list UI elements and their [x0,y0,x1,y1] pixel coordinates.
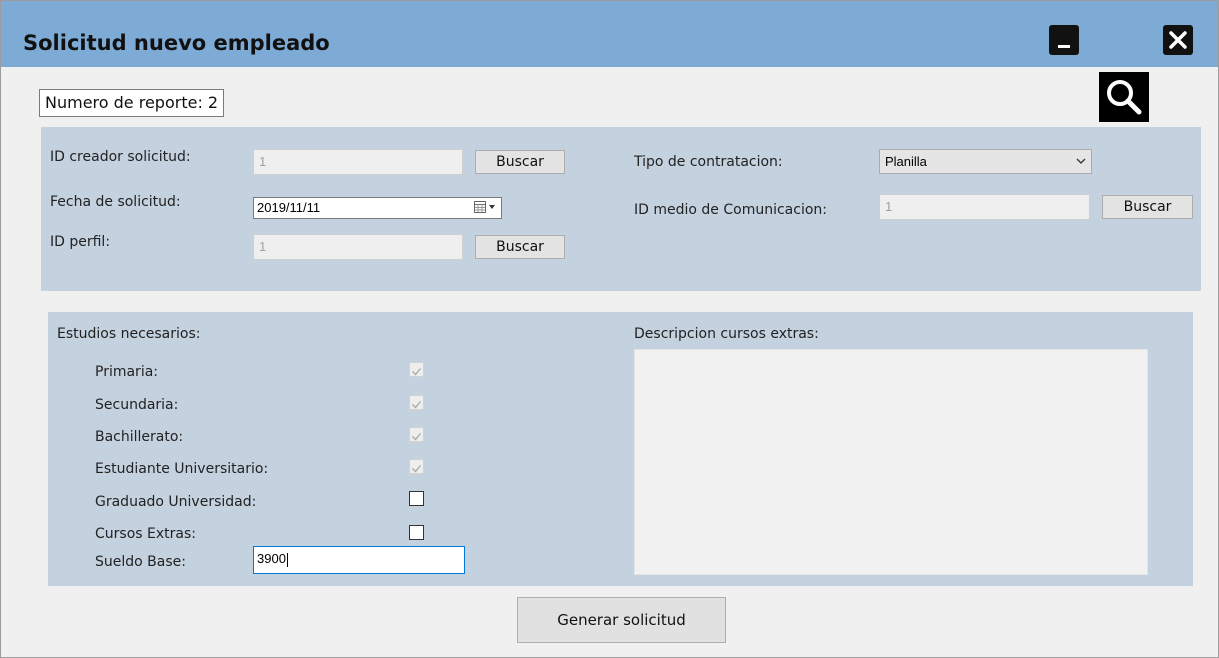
contract-type-select[interactable]: Planilla [879,149,1092,174]
medium-id-label: ID medio de Comunicacion: [634,202,827,218]
search-creator-button[interactable]: Buscar [475,150,565,174]
creator-id-label: ID creador solicitud: [50,149,191,165]
search-button[interactable] [1099,72,1149,122]
contract-type-value: Planilla [885,154,927,169]
study-label-graduado: Graduado Universidad: [95,494,257,510]
salary-value: 3900 [257,551,286,566]
checkbox-primaria[interactable] [409,362,424,377]
profile-id-label: ID perfil: [50,234,111,250]
courses-textarea[interactable] [634,349,1148,575]
courses-label: Descripcion cursos extras: [634,326,819,342]
search-medium-button[interactable]: Buscar [1102,195,1193,219]
contract-type-label: Tipo de contratacion: [634,154,783,170]
profile-id-field[interactable]: 1 [253,234,463,260]
checkbox-bachillerato[interactable] [409,427,424,442]
minimize-icon [1058,45,1070,48]
chevron-down-icon [1075,151,1087,178]
study-label-primaria: Primaria: [95,364,158,380]
date-label: Fecha de solicitud: [50,194,181,210]
window-title: Solicitud nuevo empleado [23,31,330,55]
checkbox-graduado[interactable] [409,491,424,506]
app-window: Solicitud nuevo empleado Numero de repor… [0,0,1219,658]
close-button[interactable] [1163,25,1193,55]
search-profile-button[interactable]: Buscar [475,235,565,259]
salary-input[interactable]: 3900 [253,546,465,574]
salary-label: Sueldo Base: [95,554,186,570]
checkbox-secundaria[interactable] [409,395,424,410]
title-bar: Solicitud nuevo empleado [1,1,1218,67]
checkbox-cursos[interactable] [409,525,424,540]
text-caret [286,552,288,567]
report-number: Numero de reporte: 2 [39,89,225,117]
minimize-button[interactable] [1049,25,1079,55]
date-picker[interactable]: 2019/11/11 [253,197,502,219]
generate-request-button[interactable]: Generar solicitud [517,597,726,643]
date-value: 2019/11/11 [257,200,321,215]
creator-id-field[interactable]: 1 [253,149,463,175]
checkbox-estudiante[interactable] [409,459,424,474]
study-label-bachillerato: Bachillerato: [95,429,184,445]
study-label-cursos: Cursos Extras: [95,526,196,542]
study-label-estudiante: Estudiante Universitario: [95,461,269,477]
close-icon [1169,31,1187,49]
magnifier-icon [1107,80,1142,115]
medium-id-field[interactable]: 1 [879,194,1090,220]
calendar-dropdown-icon[interactable] [474,200,498,220]
study-label-secundaria: Secundaria: [95,397,179,413]
studies-heading: Estudios necesarios: [57,326,201,342]
